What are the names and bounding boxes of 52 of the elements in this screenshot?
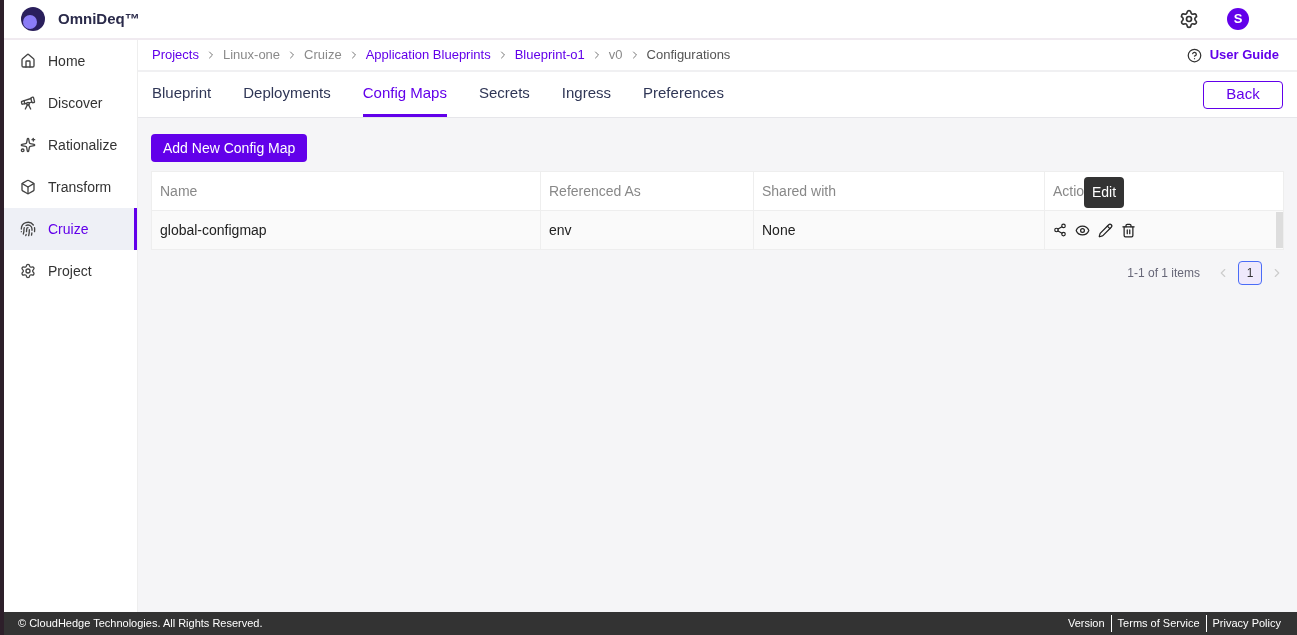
sidebar-item[interactable]: Rationalize xyxy=(4,124,137,166)
breadcrumb-item[interactable]: Blueprint-o1 xyxy=(514,45,585,65)
pagination-summary: 1-1 of 1 items xyxy=(1127,265,1200,282)
column-header: Name xyxy=(160,181,198,201)
sidebar-item[interactable]: Home xyxy=(4,40,137,82)
breadcrumb-item: Configurations xyxy=(646,46,731,65)
cube-icon xyxy=(20,179,36,195)
fingerprint-icon xyxy=(20,221,36,237)
sidebar-item[interactable]: Project xyxy=(4,250,137,292)
edit-icon[interactable] xyxy=(1098,222,1113,238)
delete-icon[interactable] xyxy=(1121,222,1136,238)
tab[interactable]: Ingress xyxy=(561,72,612,117)
column-header: Referenced As xyxy=(549,181,641,201)
sidebar-item[interactable]: Cruize xyxy=(4,208,137,250)
table-cell: None xyxy=(754,211,1045,249)
tab[interactable]: Blueprint xyxy=(152,72,212,117)
breadcrumb-item: v0 xyxy=(608,46,623,65)
footer-link[interactable]: Version xyxy=(1061,615,1111,632)
column-header: Shared with xyxy=(762,181,836,201)
share-icon[interactable] xyxy=(1053,223,1067,237)
telescope-icon xyxy=(20,95,36,111)
column-header: Actio xyxy=(1053,181,1085,201)
view-icon[interactable] xyxy=(1075,222,1090,238)
breadcrumb-item: Cruize xyxy=(304,46,342,65)
breadcrumb-item: Linux-one xyxy=(222,46,281,65)
tab[interactable]: Config Maps xyxy=(362,72,447,117)
add-config-map-button[interactable]: Add New Config Map xyxy=(151,134,308,162)
settings-icon[interactable] xyxy=(1179,9,1199,29)
table-cell: global-configmap xyxy=(152,211,541,249)
tab[interactable]: Deployments xyxy=(243,72,331,117)
user-avatar[interactable]: S xyxy=(1227,8,1249,30)
back-button[interactable]: Back xyxy=(1203,80,1283,109)
page-button[interactable]: 1 xyxy=(1238,261,1262,285)
sidebar-item[interactable]: Transform xyxy=(4,166,137,208)
tab[interactable]: Preferences xyxy=(643,72,724,117)
table-cell: env xyxy=(541,211,754,249)
tooltip: Edit xyxy=(1084,177,1125,208)
breadcrumb-item[interactable]: Projects xyxy=(152,45,199,65)
copyright-text: © CloudHedge Technologies. All Rights Reserved. xyxy=(18,616,263,632)
home-icon xyxy=(20,53,36,69)
logo-icon xyxy=(20,6,46,32)
gear-icon xyxy=(20,263,36,279)
footer-link[interactable]: Privacy Policy xyxy=(1205,615,1283,632)
user-guide-link[interactable]: User Guide xyxy=(1209,45,1279,65)
breadcrumb-item[interactable]: Application Blueprints xyxy=(365,45,491,65)
help-icon xyxy=(1186,47,1202,63)
sparkles-icon xyxy=(20,137,36,153)
sidebar-item[interactable]: Discover xyxy=(4,82,137,124)
app-name: OmniDeq™ xyxy=(58,8,140,29)
tab[interactable]: Secrets xyxy=(478,72,530,117)
footer-link[interactable]: Terms of Service xyxy=(1110,615,1206,632)
scrollbar[interactable] xyxy=(1276,212,1283,248)
